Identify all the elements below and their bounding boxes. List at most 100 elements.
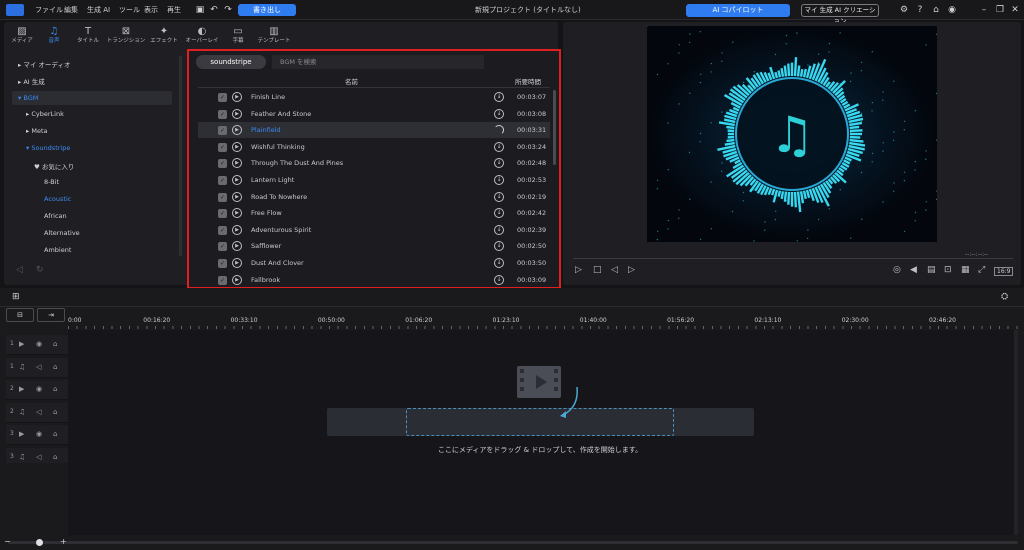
download-icon[interactable]: ↓ [494,92,504,102]
fit-timeline-button[interactable]: ⇥ [37,308,65,322]
lock-icon[interactable]: ⌂ [53,363,57,371]
gear-icon[interactable]: ⚙ [898,4,910,16]
checkbox-icon[interactable]: ✓ [218,192,227,202]
checkbox-icon[interactable]: ✓ [218,259,227,268]
checkbox-icon[interactable]: ✓ [218,275,227,285]
account-icon[interactable]: ◉ [946,4,958,16]
music-row[interactable]: ✓ ▶ Feather And Stone ↓ 00:03:08 [198,106,550,122]
redo-icon[interactable]: ↷ [222,4,234,16]
tree-item-bgm[interactable]: ▾ BGM [12,91,172,105]
checkbox-icon[interactable]: ✓ [218,93,227,102]
lock-icon[interactable]: ⌂ [53,430,57,438]
tab-transition[interactable]: ⊠ トランジション [106,26,146,46]
music-list-scrollbar[interactable] [553,90,556,165]
column-header-name[interactable]: 名前 [345,76,358,86]
play-icon[interactable]: ▶ [232,274,242,285]
tree-item-meta[interactable]: ▸ Meta [26,127,47,135]
timeline-settings-icon[interactable]: ⛭ [1001,292,1008,302]
preview-seekbar[interactable] [573,258,1013,259]
menu-tools[interactable]: ツール [119,5,140,15]
back-arrow-icon[interactable]: ◁ [16,265,23,275]
play-icon[interactable]: ▶ [232,208,242,219]
refresh-icon[interactable]: ↻ [36,265,44,275]
undo-icon[interactable]: ↶ [208,4,220,16]
tree-item-acoustic[interactable]: Acoustic [44,195,71,203]
music-row[interactable]: ✓ ▶ Safflower ↓ 00:02:50 [198,238,550,254]
tab-overlay[interactable]: ◐ オーバーレイ [182,26,222,46]
help-icon[interactable]: ? [914,4,926,16]
maximize-icon[interactable]: ❐ [994,4,1006,16]
menu-gen-ai[interactable]: 生成 AI [87,5,110,15]
aspect-ratio-button[interactable]: 16:9 [994,267,1014,276]
music-row[interactable]: ✓ ▶ Lantern Light ↓ 00:02:53 [198,172,550,188]
menu-file[interactable]: ファイル [35,5,63,15]
tab-subtitle[interactable]: ▭ 字幕 [218,26,258,46]
stop-icon[interactable]: □ [593,265,602,275]
zoom-in-icon[interactable]: + [60,537,67,546]
ai-creation-button[interactable]: マイ 生成 AI クリエーション [801,4,879,25]
zoom-slider[interactable] [8,541,1018,544]
volume-icon[interactable]: ◀ [910,265,917,275]
play-icon[interactable]: ▶ [232,108,242,119]
play-icon[interactable]: ▶ [232,224,242,235]
checkbox-icon[interactable]: ✓ [218,159,227,169]
music-row[interactable]: ✓ ▶ Fallbrook ↓ 00:03:09 [198,272,550,288]
download-icon[interactable]: ↓ [494,258,504,268]
speaker-icon[interactable]: ◁ [36,408,41,416]
lock-icon[interactable]: ⌂ [53,453,57,461]
layout-icon[interactable]: ▦ [961,265,970,275]
tab-effect[interactable]: ✦ エフェクト [144,26,184,46]
tree-item-my-audio[interactable]: ▸ マイ オーディオ [18,59,70,69]
play-icon[interactable]: ▶ [232,141,242,152]
speaker-icon[interactable]: ◁ [36,453,41,461]
tree-item-8bit[interactable]: 8-Bit [44,178,59,186]
download-icon[interactable]: ↓ [494,241,504,252]
ai-copilot-button[interactable]: AI コパイロット [686,4,790,17]
music-row[interactable]: ✓ ▶ Wishful Thinking ↓ 00:03:24 [198,139,550,155]
next-frame-icon[interactable]: ▷ [628,265,635,275]
timeline-ruler[interactable]: 0:00 00:16:20 00:33:10 00:50:00 01:06:20 01:2… [68,314,1018,330]
music-row[interactable]: ✓ ▶ Plainfield 00:03:31 [198,122,550,139]
notification-icon[interactable]: ⌂ [930,4,942,16]
music-row[interactable]: ✓ ▶ Adventurous Spirit ↓ 00:02:39 [198,222,550,238]
track-header[interactable]: 1 ▶ ◉ ⌂ [6,335,68,355]
lock-icon[interactable]: ⌂ [53,408,57,416]
tree-item-alternative[interactable]: Alternative [44,229,80,237]
snapshot-icon[interactable]: ◎ [893,265,901,275]
minimize-icon[interactable]: – [978,4,990,16]
close-icon[interactable]: ✕ [1009,4,1021,16]
checkbox-icon[interactable]: ✓ [218,109,227,119]
menu-edit[interactable]: 編集 [64,5,78,15]
download-icon[interactable]: ↓ [494,175,504,185]
lock-icon[interactable]: ⌂ [53,385,57,393]
tree-item-cyberlink[interactable]: ▸ CyberLink [26,110,64,118]
download-icon[interactable]: ↓ [494,158,504,169]
checkbox-icon[interactable]: ✓ [218,242,227,252]
tree-scrollbar[interactable] [179,56,182,256]
eye-icon[interactable]: ◉ [36,340,42,348]
add-track-icon[interactable]: ⊞ [12,292,20,302]
menu-view[interactable]: 表示 [144,5,158,15]
bgm-search-input[interactable]: BGM を検索 [272,55,484,69]
tree-item-ambient[interactable]: Ambient [44,246,71,254]
fullscreen-icon[interactable]: ⤢ [978,265,985,275]
tab-template[interactable]: ▥ テンプレート [254,26,294,46]
zoom-out-icon[interactable]: − [4,537,11,546]
checkbox-icon[interactable]: ✓ [218,142,227,152]
download-icon[interactable]: ↓ [494,191,504,202]
play-icon[interactable]: ▶ [232,125,242,136]
speaker-icon[interactable]: ◁ [36,363,41,371]
play-icon[interactable]: ▶ [232,175,242,185]
checkbox-icon[interactable]: ✓ [218,225,227,235]
eye-icon[interactable]: ◉ [36,430,42,438]
track-header[interactable]: 2 ▶ ◉ ⌂ [6,380,68,400]
tree-item-ai[interactable]: ▸ AI 生成 [18,76,45,86]
music-row[interactable]: ✓ ▶ Road To Nowhere ↓ 00:02:19 [198,189,550,205]
music-row[interactable]: ✓ ▶ Free Flow ↓ 00:02:42 [198,205,550,221]
menu-play[interactable]: 再生 [167,5,181,15]
column-header-duration[interactable]: 所要時間 [515,76,541,86]
drop-target-zone[interactable] [406,408,674,436]
play-icon[interactable]: ▷ [575,265,582,275]
download-icon[interactable]: ↓ [494,274,504,285]
play-icon[interactable]: ▶ [232,158,242,169]
